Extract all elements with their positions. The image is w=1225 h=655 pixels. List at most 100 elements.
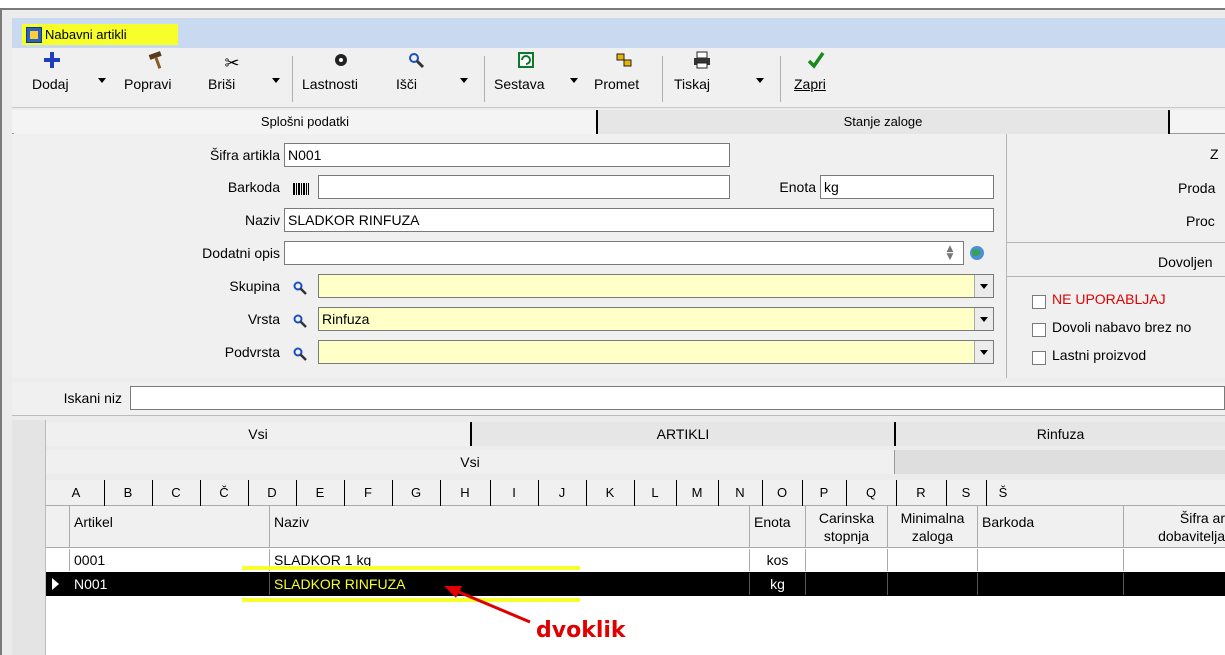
col-minimalna[interactable]: Minimalna zaloga [888,506,978,548]
row-indicator [46,549,70,571]
annotation-arrow-icon [444,586,531,624]
right-divider [1006,242,1225,243]
globe-icon[interactable] [968,244,988,262]
toolbar-separator [662,56,663,102]
search-label: Iskani niz [63,390,122,406]
grid-tab-artikli[interactable]: ARTIKLI [472,422,894,446]
letter-filter-12[interactable]: K [586,480,635,506]
skupina-label: Skupina [229,278,280,294]
cell-carinska[interactable] [806,549,888,571]
col-artikel[interactable]: Artikel [70,506,270,548]
grid-tab-rinfuza[interactable]: Rinfuza [896,422,1225,446]
right-label-z: Z [1210,146,1219,162]
search-dropdown-arrow[interactable] [460,78,468,83]
lastni-proizvod-checkbox[interactable] [1032,351,1046,365]
cell-artikel[interactable]: 0001 [70,549,270,571]
letter-filter-5[interactable]: D [248,480,297,506]
col-barkoda[interactable]: Barkoda [978,506,1124,548]
letter-filter-11[interactable]: J [538,480,587,506]
letter-filter-4[interactable]: Č [200,480,249,506]
cell-sifra-dobavitelja[interactable] [1124,549,1225,571]
col-enota[interactable]: Enota [750,506,806,548]
barcode-icon [292,181,310,197]
skupina-dropdown-arrow[interactable] [974,275,993,297]
opis-spinner[interactable]: ▲ ▼ [944,245,956,262]
close-button[interactable]: Zapri [794,50,838,106]
letter-filter-17[interactable]: P [802,480,847,506]
letter-filter-14[interactable]: M [676,480,719,506]
tab-splosni-podatki[interactable]: Splošni podatki [14,110,596,134]
cell-minimalna[interactable] [888,549,978,571]
skupina-search-icon[interactable] [292,280,308,296]
checkmark-icon [794,50,838,76]
letter-filter-3[interactable]: C [152,480,201,506]
cell-barkoda[interactable] [978,549,1124,571]
letter-filter-16[interactable]: O [762,480,803,506]
composition-dropdown-arrow[interactable] [570,78,578,83]
vrsta-select[interactable]: Rinfuza [318,307,994,331]
letter-filter-21[interactable]: Š [986,480,1020,506]
grid-tab-vsi[interactable]: Vsi [46,422,470,446]
highlight-bar-top [242,566,580,570]
cell-minimalna[interactable] [888,573,978,595]
naziv-label: Naziv [244,212,280,228]
col-sifra-dobavitelja[interactable]: Šifra ar dobavitelja [1124,506,1225,548]
right-label-proc: Proc [1186,213,1215,229]
letter-filter-6[interactable]: E [296,480,345,506]
skupina-select[interactable] [318,274,994,298]
opis-input[interactable] [284,241,964,265]
podvrsta-search-icon[interactable] [292,346,308,362]
letter-filter-15[interactable]: N [718,480,763,506]
traffic-button[interactable]: Promet [594,50,654,106]
grid-subtab-vsi[interactable]: Vsi [46,450,894,474]
letter-filter-7[interactable]: F [344,480,393,506]
enota-input[interactable]: kg [820,175,994,199]
cell-sifra-dobavitelja[interactable] [1124,573,1225,595]
traffic-icon [594,50,654,76]
toolbar-separator [292,56,293,102]
col-naziv[interactable]: Naziv [270,506,750,548]
podvrsta-select[interactable] [318,340,994,364]
vrsta-label: Vrsta [247,311,280,327]
composition-button[interactable]: Sestava [494,50,558,106]
letter-filter-20[interactable]: S [946,480,987,506]
naziv-input[interactable]: SLADKOR RINFUZA [284,208,994,232]
vrsta-dropdown-arrow[interactable] [974,308,993,330]
add-dropdown-arrow[interactable] [98,78,106,83]
ne-uporabljaj-checkbox[interactable] [1032,295,1046,309]
col-carinska[interactable]: Carinska stopnja [806,506,888,548]
print-button[interactable]: Tiskaj [674,50,730,106]
search-button[interactable]: Išči [396,50,436,106]
sifra-input[interactable]: N001 [284,143,730,167]
letter-filter-19[interactable]: R [896,480,947,506]
podvrsta-dropdown-arrow[interactable] [974,341,993,363]
scissors-icon: ✂ [224,53,240,73]
letter-filter-2[interactable]: B [104,480,153,506]
letter-filter-10[interactable]: I [490,480,539,506]
letter-filter-1[interactable]: A [48,480,105,506]
cell-carinska[interactable] [806,573,888,595]
tab-stanje-zaloge[interactable]: Stanje zaloge [598,110,1168,134]
properties-button[interactable]: Lastnosti [302,50,380,106]
dovoli-nabavo-checkbox[interactable] [1032,323,1046,337]
cell-enota[interactable]: kg [750,573,806,595]
print-dropdown-arrow[interactable] [756,78,764,83]
tab-divider [1168,110,1170,134]
add-button[interactable]: Dodaj [32,50,72,106]
podvrsta-label: Podvrsta [224,344,280,360]
letter-filter-13[interactable]: L [634,480,677,506]
cell-enota[interactable]: kos [750,549,806,571]
letter-filter-8[interactable]: G [392,480,441,506]
delete-dropdown-arrow[interactable] [272,78,280,83]
opis-label: Dodatni opis [202,245,280,261]
delete-button[interactable]: ✂ Briši [208,50,256,106]
cell-barkoda[interactable] [978,573,1124,595]
search-string-input[interactable] [130,386,1225,410]
barkoda-input[interactable] [318,175,730,199]
cell-artikel[interactable]: N001 [70,573,270,595]
letter-filter-9[interactable]: H [440,480,491,506]
edit-button[interactable]: Popravi [124,50,190,106]
vrsta-search-icon[interactable] [292,313,308,329]
letter-filter-18[interactable]: Q [846,480,897,506]
row-indicator-header [46,506,70,548]
